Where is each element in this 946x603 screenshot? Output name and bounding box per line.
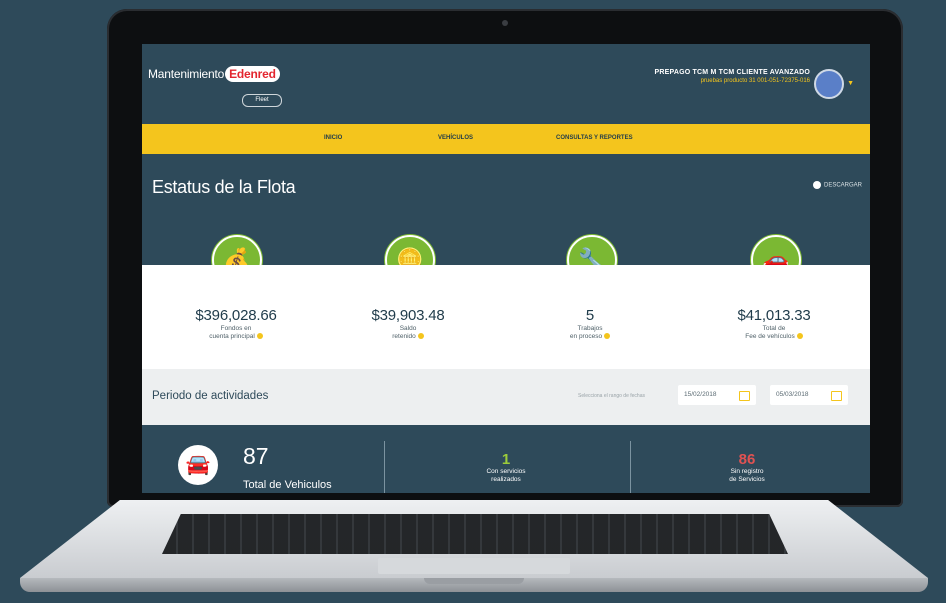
nav-item-vehiculos[interactable]: VEHÍCULOS xyxy=(438,135,473,141)
calendar-icon[interactable] xyxy=(831,391,842,401)
stat-fondos: $396,028.66 Fondos en cuenta principal xyxy=(166,307,306,341)
keyboard xyxy=(162,514,788,554)
page-title: Estatus de la Flota xyxy=(152,177,296,197)
avatar[interactable] xyxy=(814,69,844,99)
stat-trabajos: 5 Trabajos en proceso xyxy=(520,307,660,341)
stats-band: $396,028.66 Fondos en cuenta principal $3… xyxy=(142,265,870,369)
info-icon[interactable] xyxy=(417,333,424,340)
stat-label: Total de Fee de vehículos xyxy=(704,325,844,341)
period-title: Periodo de actividades xyxy=(152,390,269,402)
vehicle-summary: 🚘 87 Total de Vehiculos 1 Con servicios r… xyxy=(142,425,870,493)
stat-fee: $41,013.33 Total de Fee de vehículos xyxy=(704,307,844,341)
date-to-value: 05/03/2018 xyxy=(776,391,809,398)
date-from-value: 15/02/2018 xyxy=(684,391,717,398)
brand-logo[interactable]: Mantenimiento Edenred xyxy=(148,66,280,82)
app-header: Mantenimiento Edenred Fleet PREPAGO TCM M… xyxy=(142,44,870,124)
trackpad xyxy=(378,558,570,574)
without-record-stat: 86 Sin registro de Servicios xyxy=(687,451,807,484)
laptop-base xyxy=(20,500,928,592)
download-button[interactable]: DESCARGAR xyxy=(812,181,862,189)
nav-item-inicio[interactable]: INICIO xyxy=(324,135,342,141)
user-name: PREPAGO TCM M TCM CLIENTE AVANZADO xyxy=(654,69,810,76)
without-record-label: Sin registro de Servicios xyxy=(729,468,765,483)
period-bar: Periodo de actividades Selecciona el ran… xyxy=(142,369,870,425)
download-icon xyxy=(812,181,821,189)
divider xyxy=(384,441,385,493)
without-record-count: 86 xyxy=(738,451,756,468)
with-service-count: 1 xyxy=(501,451,511,468)
with-service-stat: 1 Con servicios realizados xyxy=(446,451,566,484)
stat-value: $39,903.48 xyxy=(371,307,445,324)
app-screen: Mantenimiento Edenred Fleet PREPAGO TCM M… xyxy=(142,44,870,493)
stat-value: 5 xyxy=(585,307,595,324)
camera-icon xyxy=(502,20,508,26)
info-icon[interactable] xyxy=(604,333,611,340)
divider xyxy=(630,441,631,493)
lid-notch xyxy=(424,578,524,584)
user-account: pruebas producto 31 001-051-72375-016 xyxy=(700,78,810,84)
stat-label: Saldo retenido xyxy=(338,325,478,341)
stat-label: Fondos en cuenta principal xyxy=(166,325,306,341)
car-icon: 🚘 xyxy=(178,445,218,485)
stat-label: Trabajos en proceso xyxy=(520,325,660,341)
brand-badge: Edenred xyxy=(225,66,280,82)
stat-value: $41,013.33 xyxy=(737,307,811,324)
stat-value: $396,028.66 xyxy=(195,307,277,324)
calendar-icon[interactable] xyxy=(739,391,750,401)
with-service-label: Con servicios realizados xyxy=(486,468,526,483)
total-vehicles-label: Total de Vehiculos xyxy=(243,479,332,491)
period-hint: Selecciona el rango de fechas xyxy=(578,393,645,399)
date-to-field[interactable]: 05/03/2018 xyxy=(770,385,848,405)
main-nav: INICIO VEHÍCULOS CONSULTAS Y REPORTES xyxy=(142,124,870,154)
fleet-button[interactable]: Fleet xyxy=(242,94,282,107)
brand-text: Mantenimiento xyxy=(148,67,225,81)
nav-item-consultas-reportes[interactable]: CONSULTAS Y REPORTES xyxy=(556,135,633,141)
date-from-field[interactable]: 15/02/2018 xyxy=(678,385,756,405)
total-vehicles-count: 87 xyxy=(243,443,269,469)
info-icon[interactable] xyxy=(256,333,263,340)
stat-saldo: $39,903.48 Saldo retenido xyxy=(338,307,478,341)
chevron-down-icon[interactable]: ▼ xyxy=(847,80,854,87)
user-info: PREPAGO TCM M TCM CLIENTE AVANZADO prueb… xyxy=(655,69,810,84)
download-label: DESCARGAR xyxy=(823,182,862,189)
info-icon[interactable] xyxy=(796,333,803,340)
